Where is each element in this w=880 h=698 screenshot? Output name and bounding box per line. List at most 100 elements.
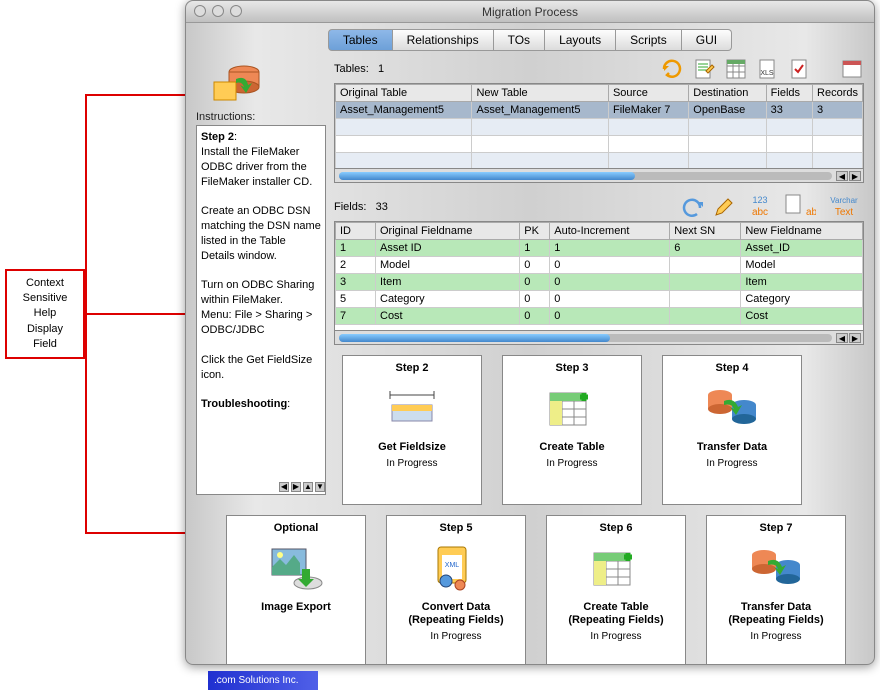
scroll-right-icon[interactable]: ▶ <box>849 333 861 343</box>
steps-row-top: Step 2 Get Fieldsize In Progress Step 3 … <box>334 355 864 505</box>
main-column: Tables: 1 XLS Original Table <box>334 57 864 505</box>
table-row[interactable] <box>336 119 863 136</box>
step-status: In Progress <box>546 458 597 469</box>
instructions-p4: Menu: File > Sharing > ODBC/JDBC <box>201 309 312 336</box>
col-next-sn[interactable]: Next SN <box>670 223 741 240</box>
xml-gears-icon: XML <box>426 540 486 595</box>
cell <box>670 308 741 325</box>
step-status: In Progress <box>386 458 437 469</box>
step-label: Create Table (Repeating Fields) <box>568 601 663 627</box>
transfer-icon <box>702 380 762 435</box>
tab-relationships[interactable]: Relationships <box>393 29 494 51</box>
check-doc-icon[interactable] <box>788 57 812 81</box>
abc-123-icon[interactable]: 123abc <box>744 195 776 219</box>
tables-label: Tables: <box>334 63 369 75</box>
xls-icon[interactable]: XLS <box>756 57 780 81</box>
tab-tos[interactable]: TOs <box>494 29 545 51</box>
scroll-up-icon[interactable]: ▲ <box>303 482 313 492</box>
tables-scrollbar[interactable]: ◀▶ <box>334 169 864 183</box>
grid-icon[interactable] <box>724 57 748 81</box>
tab-layouts[interactable]: Layouts <box>545 29 616 51</box>
tables-grid[interactable]: Original Table New Table Source Destinat… <box>334 83 864 169</box>
fields-grid[interactable]: ID Original Fieldname PK Auto-Increment … <box>334 221 864 331</box>
cell: 3 <box>336 274 376 291</box>
fields-scrollbar[interactable]: ◀▶ <box>334 331 864 345</box>
table-row[interactable]: 7Cost00Cost <box>336 308 863 325</box>
instructions-p1: Install the FileMaker ODBC driver from t… <box>201 146 312 188</box>
tab-tables[interactable]: Tables <box>328 29 393 51</box>
table-row[interactable]: 2Model00Model <box>336 257 863 274</box>
window-icon[interactable] <box>840 57 864 81</box>
col-original-table[interactable]: Original Table <box>336 85 472 102</box>
step-card-3[interactable]: Step 3 Create Table In Progress <box>502 355 642 505</box>
pencil-icon[interactable] <box>712 195 736 219</box>
step-card-7[interactable]: Step 7 Transfer Data (Repeating Fields) … <box>706 515 846 665</box>
cell: Model <box>741 257 863 274</box>
scroll-thumb[interactable] <box>339 334 610 342</box>
annotation-text: Context Sensitive Help Display Field <box>23 276 68 353</box>
undo-icon[interactable] <box>680 195 704 219</box>
tables-toolbar: XLS <box>660 57 864 81</box>
edit-doc-icon[interactable] <box>692 57 716 81</box>
col-new-fieldname[interactable]: New Fieldname <box>741 223 863 240</box>
varchar-text-icon[interactable]: VarcharText <box>824 195 864 219</box>
table-row[interactable]: 3Item00Item <box>336 274 863 291</box>
cell: OpenBase <box>689 102 766 119</box>
col-fields[interactable]: Fields <box>766 85 812 102</box>
cell: Item <box>376 274 520 291</box>
step-card-5[interactable]: Step 5 XML Convert Data (Repeating Field… <box>386 515 526 665</box>
scroll-down-icon[interactable]: ▼ <box>315 482 325 492</box>
abc-doc-icon[interactable]: abc <box>784 195 816 219</box>
scroll-left-icon[interactable]: ◀ <box>279 482 289 492</box>
col-auto-increment[interactable]: Auto-Increment <box>550 223 670 240</box>
scroll-thumb[interactable] <box>339 172 635 180</box>
table-row[interactable]: Asset_Management5 Asset_Management5 File… <box>336 102 863 119</box>
table-row[interactable] <box>336 153 863 170</box>
table-plus-icon <box>542 380 602 435</box>
cell: 1 <box>336 240 376 257</box>
cell: Asset ID <box>376 240 520 257</box>
col-records[interactable]: Records <box>813 85 863 102</box>
instructions-p2: Create an ODBC DSN matching the DSN name… <box>201 205 321 262</box>
zoom-window-icon[interactable] <box>230 5 242 17</box>
cell: 0 <box>520 308 550 325</box>
col-new-table[interactable]: New Table <box>472 85 608 102</box>
scroll-left-icon[interactable]: ◀ <box>836 171 848 181</box>
tab-gui[interactable]: GUI <box>682 29 732 51</box>
cell: Category <box>376 291 520 308</box>
cell: Item <box>741 274 863 291</box>
step-card-6[interactable]: Step 6 Create Table (Repeating Fields) I… <box>546 515 686 665</box>
col-id[interactable]: ID <box>336 223 376 240</box>
window-title: Migration Process <box>482 5 578 19</box>
col-source[interactable]: Source <box>608 85 688 102</box>
cell: 0 <box>550 308 670 325</box>
cell: Cost <box>376 308 520 325</box>
table-row[interactable]: 1Asset ID116Asset_ID <box>336 240 863 257</box>
cell: 33 <box>766 102 812 119</box>
refresh-icon[interactable] <box>660 57 684 81</box>
step-card-2[interactable]: Step 2 Get Fieldsize In Progress <box>342 355 482 505</box>
table-row[interactable]: 5Category00Category <box>336 291 863 308</box>
cell: 0 <box>550 274 670 291</box>
step-title: Step 2 <box>395 362 428 374</box>
close-window-icon[interactable] <box>194 5 206 17</box>
fields-header: Fields: 33 123abc abc VarcharText <box>334 195 864 219</box>
step-label: Image Export <box>261 601 331 614</box>
image-export-icon <box>266 540 326 595</box>
table-row[interactable] <box>336 136 863 153</box>
step-card-4[interactable]: Step 4 Transfer Data In Progress <box>662 355 802 505</box>
ruler-icon <box>382 380 442 435</box>
fields-count: 33 <box>376 201 388 213</box>
svg-text:Varchar: Varchar <box>830 196 858 205</box>
col-destination[interactable]: Destination <box>689 85 766 102</box>
instructions-label: Instructions: <box>196 111 326 123</box>
scroll-right-icon[interactable]: ▶ <box>849 171 861 181</box>
col-pk[interactable]: PK <box>520 223 550 240</box>
step-card-optional[interactable]: Optional Image Export <box>226 515 366 665</box>
scroll-right-icon[interactable]: ▶ <box>291 482 301 492</box>
cell: 1 <box>520 240 550 257</box>
col-orig-fieldname[interactable]: Original Fieldname <box>376 223 520 240</box>
tab-scripts[interactable]: Scripts <box>616 29 682 51</box>
scroll-left-icon[interactable]: ◀ <box>836 333 848 343</box>
minimize-window-icon[interactable] <box>212 5 224 17</box>
